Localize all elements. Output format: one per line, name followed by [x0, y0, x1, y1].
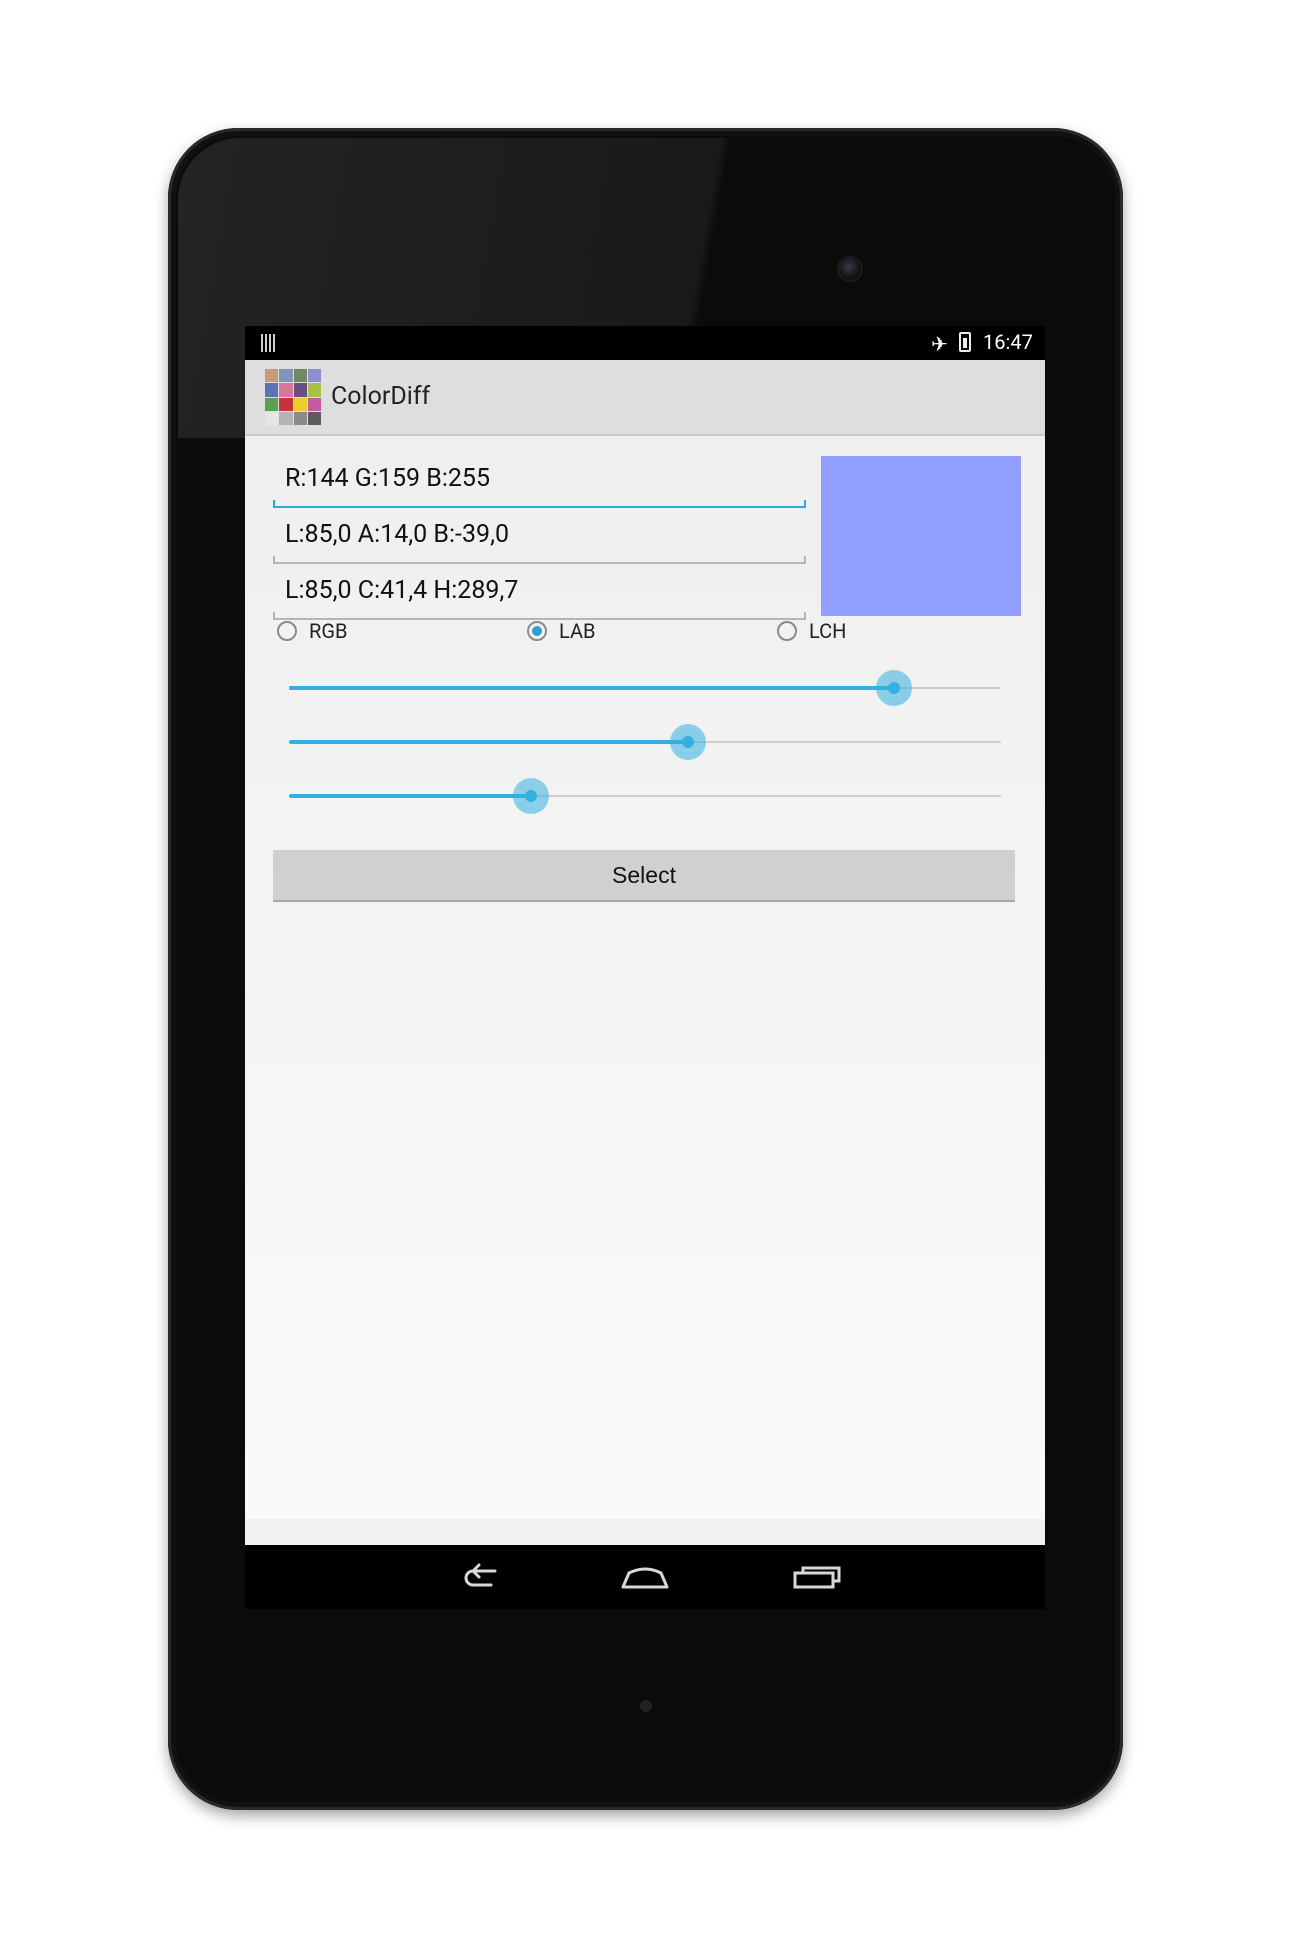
slider-2[interactable] — [289, 722, 1001, 762]
lch-field-value: L:85,0 C:41,4 H:289,7 — [285, 576, 519, 605]
front-camera — [837, 256, 863, 282]
radio-rgb-label: RGB — [309, 619, 348, 643]
slider-3[interactable] — [289, 776, 1001, 816]
light-sensor — [640, 1700, 652, 1712]
battery-icon — [959, 332, 971, 352]
lch-field[interactable]: L:85,0 C:41,4 H:289,7 — [273, 566, 806, 620]
back-icon[interactable] — [451, 1561, 511, 1595]
radio-lab-label: LAB — [559, 619, 596, 643]
airplane-mode-icon: ✈ — [931, 332, 948, 356]
color-space-radio-group: RGB LAB LCH — [277, 614, 977, 648]
main-content: R:144 G:159 B:255 L:85,0 A:14,0 B:-39,0 … — [245, 436, 1045, 1519]
radio-lab[interactable]: LAB — [527, 614, 595, 648]
slider-1[interactable] — [289, 668, 1001, 708]
radio-lch[interactable]: LCH — [777, 614, 846, 648]
select-button[interactable]: Select — [273, 850, 1015, 902]
radio-rgb-circle[interactable] — [277, 621, 297, 641]
radio-lch-label: LCH — [809, 619, 847, 643]
app-title: ColorDiff — [331, 382, 431, 411]
home-icon[interactable] — [615, 1561, 675, 1595]
recents-icon[interactable] — [787, 1561, 847, 1595]
rgb-field[interactable]: R:144 G:159 B:255 — [273, 454, 806, 508]
lab-field-value: L:85,0 A:14,0 B:-39,0 — [285, 520, 510, 549]
slider-3-thumb[interactable] — [513, 778, 549, 814]
lab-field[interactable]: L:85,0 A:14,0 B:-39,0 — [273, 510, 806, 564]
slider-2-thumb[interactable] — [670, 724, 706, 760]
navigation-bar — [245, 1545, 1045, 1609]
status-bar: ✈ 16:47 — [245, 326, 1045, 360]
radio-lab-circle[interactable] — [527, 621, 547, 641]
device-screen: ✈ 16:47 ColorDiff R:144 G:159 B:255 L:85… — [245, 326, 1045, 1609]
radio-rgb[interactable]: RGB — [277, 614, 347, 648]
notification-icon — [261, 334, 277, 352]
status-time: 16:47 — [983, 330, 1033, 354]
action-bar: ColorDiff — [245, 360, 1045, 436]
app-icon[interactable] — [265, 369, 321, 425]
rgb-field-value: R:144 G:159 B:255 — [285, 464, 491, 493]
slider-1-thumb[interactable] — [876, 670, 912, 706]
color-swatch — [821, 456, 1021, 616]
radio-lch-circle[interactable] — [777, 621, 797, 641]
